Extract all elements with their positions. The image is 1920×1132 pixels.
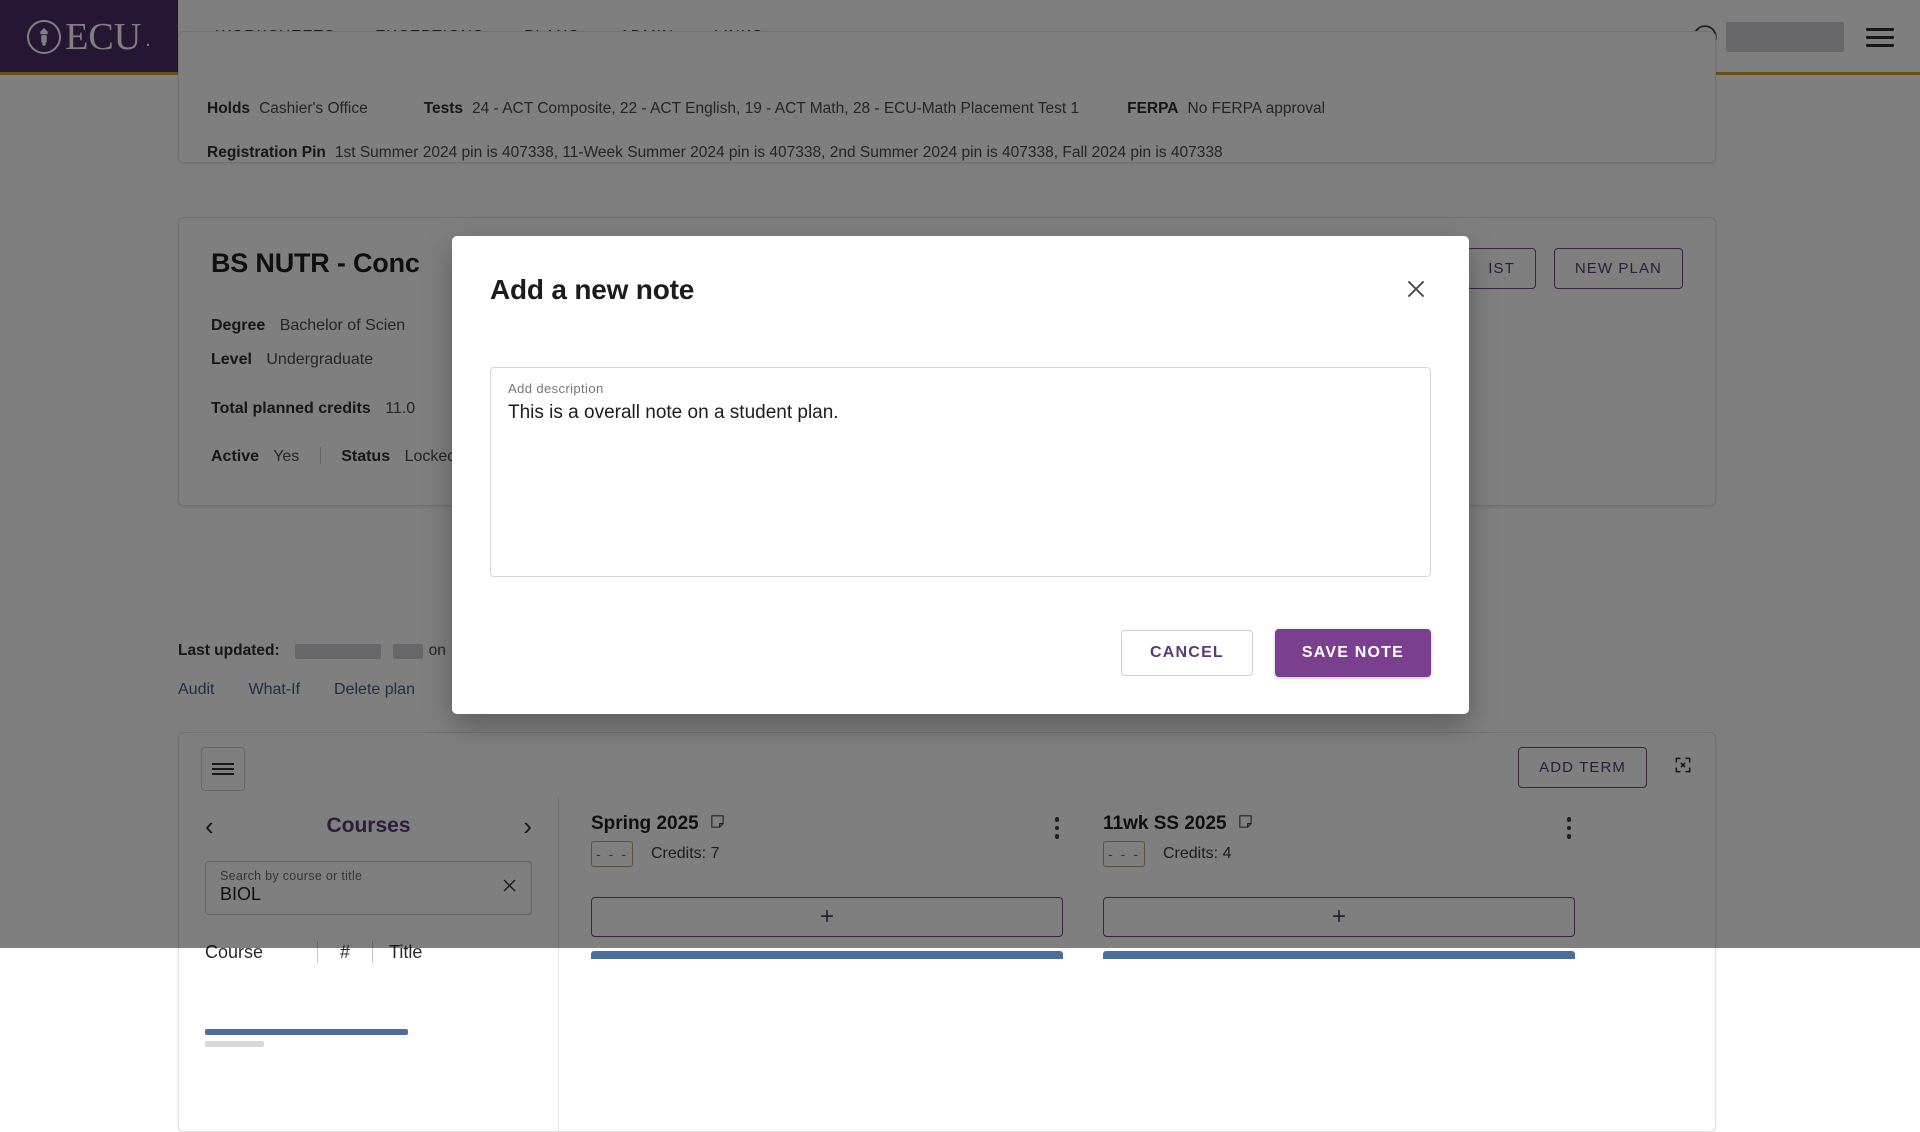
save-note-button[interactable]: SAVE NOTE	[1275, 629, 1431, 677]
add-note-dialog: Add a new note Add description This is a…	[452, 236, 1469, 714]
list-item[interactable]	[205, 1041, 264, 1047]
dialog-actions: CANCEL SAVE NOTE	[1121, 629, 1431, 677]
course-result-rows	[205, 1029, 532, 1053]
list-item[interactable]	[205, 1029, 408, 1035]
close-icon[interactable]	[1397, 270, 1435, 308]
cancel-button[interactable]: CANCEL	[1121, 630, 1253, 676]
note-description-value: This is a overall note on a student plan…	[508, 400, 1413, 426]
note-description-field[interactable]: Add description This is a overall note o…	[490, 367, 1431, 577]
term-course-item[interactable]	[1103, 951, 1575, 959]
term-course-item[interactable]	[591, 951, 1063, 959]
dialog-title: Add a new note	[490, 274, 694, 306]
note-description-label: Add description	[508, 381, 1413, 396]
